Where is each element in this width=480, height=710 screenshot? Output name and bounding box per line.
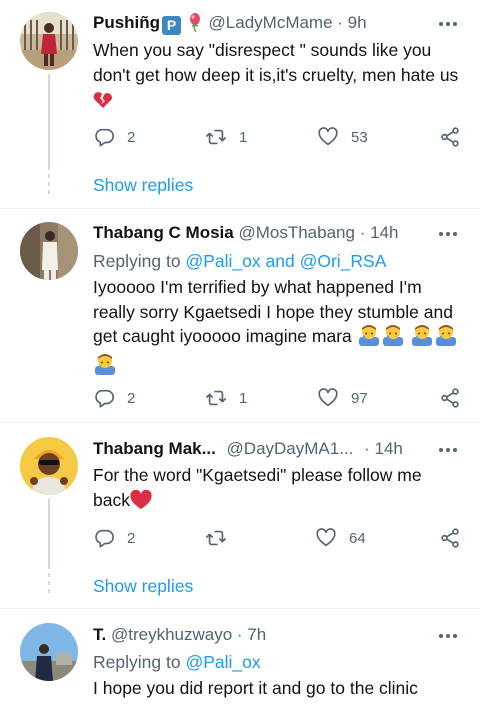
tweet-time[interactable]: · 7h	[237, 625, 266, 644]
show-replies-link[interactable]: Show replies	[93, 173, 193, 197]
mention-link[interactable]: @Pali_ox	[185, 652, 260, 672]
heart-icon	[318, 388, 338, 407]
like-count: 53	[351, 128, 368, 146]
tweet-text: For the word "Kgaetsedi" please follow m…	[93, 463, 463, 516]
retweet-button[interactable]: 1	[205, 385, 247, 411]
like-button[interactable]: 97	[317, 385, 368, 411]
user-handle[interactable]: @treykhuzwayo	[111, 625, 232, 644]
person-crying-icon	[434, 324, 458, 353]
mention-link[interactable]: @Ori_RSA	[300, 251, 387, 271]
share-icon	[441, 528, 459, 548]
person-crying-icon	[410, 324, 434, 353]
reply-icon	[95, 389, 114, 408]
display-name[interactable]: Thabang Mak...	[93, 439, 216, 458]
more-dots-icon[interactable]	[438, 626, 458, 646]
tweet[interactable]: Pushiñg P @LadyMcMame · 9h When you say "…	[0, 0, 480, 210]
tweet-text: Iyooooo I'm terrified by what happened I…	[93, 275, 463, 381]
parking-badge-icon: P	[162, 16, 182, 35]
like-count: 97	[351, 389, 368, 407]
reply-count: 2	[127, 128, 136, 146]
retweet-icon	[206, 390, 226, 406]
reply-count: 2	[127, 389, 136, 407]
more-dots-icon[interactable]	[438, 440, 458, 460]
tweet-actions: 2 1 97	[93, 385, 463, 411]
tweet-header: Thabang C Mosia @MosThabang · 14h	[93, 221, 460, 245]
share-icon	[441, 388, 459, 408]
avatar[interactable]	[20, 623, 78, 681]
tweet-text-content: When you say "disrespect " sounds like y…	[93, 40, 459, 85]
retweet-icon	[206, 129, 226, 145]
avatar[interactable]	[20, 437, 78, 495]
tweet-header: Thabang Mak... @DayDayMA1... · 14h	[93, 437, 460, 461]
tweet-text: When you say "disrespect " sounds like y…	[93, 38, 463, 116]
share-button[interactable]	[439, 385, 461, 411]
retweet-icon	[206, 530, 226, 546]
retweet-count: 1	[239, 389, 248, 407]
like-count: 64	[349, 529, 366, 547]
avatar[interactable]	[20, 12, 78, 70]
replying-to-label: Replying to	[93, 652, 181, 672]
retweet-count: 1	[239, 128, 248, 146]
replying-to: Replying to @Pali_ox	[93, 650, 261, 674]
more-dots-icon[interactable]	[438, 224, 458, 244]
display-name[interactable]: Pushiñg	[93, 13, 160, 32]
like-button[interactable]: 64	[315, 525, 366, 551]
tweet-time[interactable]: · 14h	[360, 223, 399, 242]
mention-and: and	[265, 251, 295, 271]
tweet-actions: 2 64	[93, 525, 463, 551]
thread-line	[48, 499, 50, 569]
mention-link[interactable]: @Pali_ox	[185, 251, 260, 271]
tweet-text-content: I hope you did report it and go to the c…	[93, 678, 418, 698]
retweet-button[interactable]	[205, 525, 239, 551]
tweet-time[interactable]: · 14h	[364, 439, 403, 458]
reply-button[interactable]: 2	[93, 385, 135, 411]
heart-icon	[316, 528, 336, 547]
replying-to-label: Replying to	[93, 251, 181, 271]
share-button[interactable]	[439, 124, 461, 150]
replying-to: Replying to @Pali_ox and @Ori_RSA	[93, 249, 386, 273]
broken-heart-icon	[93, 91, 113, 116]
person-crying-icon	[357, 324, 381, 353]
thread-dots	[48, 174, 50, 198]
reply-button[interactable]: 2	[93, 124, 135, 150]
person-crying-icon	[381, 324, 405, 353]
person-crying-icon	[93, 353, 117, 382]
share-icon	[441, 127, 459, 147]
heart-icon	[318, 127, 338, 146]
tweet-text: I hope you did report it and go to the c…	[93, 676, 463, 701]
avatar[interactable]	[20, 222, 78, 280]
tweet-header: T. @treykhuzwayo · 7h	[93, 623, 460, 647]
reply-icon	[95, 529, 114, 548]
balloon-icon	[186, 12, 204, 39]
reply-button[interactable]: 2	[93, 525, 135, 551]
tweet-actions: 2 1 53	[93, 124, 463, 150]
more-dots-icon[interactable]	[438, 14, 458, 34]
user-handle[interactable]: @MosThabang	[238, 223, 355, 242]
tweet[interactable]: Thabang C Mosia @MosThabang · 14h Replyi…	[0, 209, 480, 421]
display-name[interactable]: Thabang C Mosia	[93, 223, 234, 242]
user-handle[interactable]: @DayDayMA1...	[227, 439, 354, 458]
reply-icon	[95, 128, 114, 147]
like-button[interactable]: 53	[317, 124, 368, 150]
show-replies-link[interactable]: Show replies	[93, 574, 193, 598]
thread-line	[48, 74, 50, 170]
reply-count: 2	[127, 529, 136, 547]
thread-dots	[48, 573, 50, 597]
red-heart-icon	[130, 489, 152, 517]
tweet[interactable]: T. @treykhuzwayo · 7h Replying to @Pali_…	[0, 609, 480, 710]
tweet-time[interactable]: · 9h	[337, 13, 366, 32]
user-handle[interactable]: @LadyMcMame	[209, 13, 333, 32]
retweet-button[interactable]: 1	[205, 124, 247, 150]
display-name[interactable]: T.	[93, 625, 106, 644]
share-button[interactable]	[439, 525, 461, 551]
tweet-header: Pushiñg P @LadyMcMame · 9h	[93, 11, 460, 35]
tweet[interactable]: Thabang Mak... @DayDayMA1... · 14h For t…	[0, 423, 480, 608]
